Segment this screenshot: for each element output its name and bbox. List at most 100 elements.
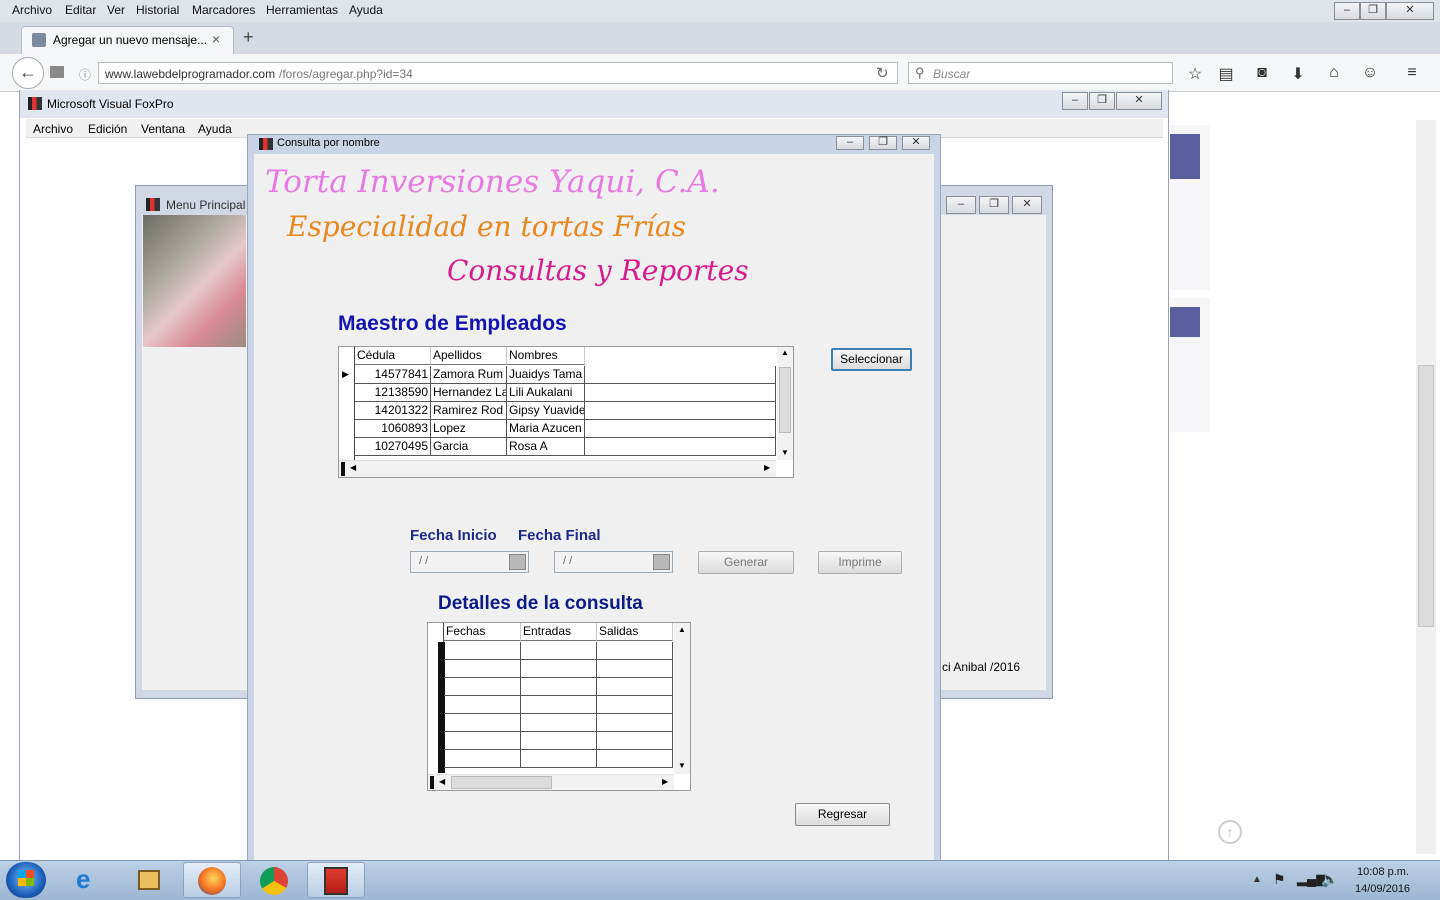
pocket-icon[interactable]: ◙	[1252, 64, 1272, 82]
search-input[interactable]: ⚲ Buscar	[908, 62, 1173, 84]
vfp-minimize-icon[interactable]: –	[1062, 92, 1088, 110]
col-cedula[interactable]: Cédula	[355, 347, 431, 365]
mp-maximize-icon[interactable]: ❐	[979, 196, 1009, 214]
details-grid[interactable]: Fechas Entradas Salidas ▲ ▼ ◀ ▶	[427, 622, 691, 791]
details-cell[interactable]	[444, 678, 521, 696]
details-cell[interactable]	[444, 750, 521, 768]
cell-apellidos[interactable]: Ramirez Rod	[431, 402, 507, 420]
employees-grid[interactable]: Cédula Apellidos Nombres ▶ 14577841 Zamo…	[338, 346, 794, 478]
details-cell[interactable]	[444, 714, 521, 732]
col-entradas[interactable]: Entradas	[521, 623, 597, 641]
vfp-menu-archivo[interactable]: Archivo	[33, 122, 73, 136]
details-cell[interactable]	[597, 732, 673, 750]
new-tab-icon[interactable]: +	[243, 27, 254, 48]
menu-historial[interactable]: Historial	[136, 3, 179, 17]
details-cell[interactable]	[597, 660, 673, 678]
hamburger-menu-icon[interactable]: ≡	[1402, 64, 1422, 82]
maximize-icon[interactable]: ❐	[1360, 2, 1386, 20]
generar-button[interactable]: Generar	[698, 551, 794, 574]
seleccionar-button[interactable]: Seleccionar	[831, 348, 912, 371]
menu-ver[interactable]: Ver	[107, 3, 125, 17]
cell-cedula[interactable]: 14577841	[355, 366, 431, 384]
details-cell[interactable]	[521, 750, 597, 768]
menu-editar[interactable]: Editar	[65, 3, 96, 17]
bookmark-star-icon[interactable]: ☆	[1185, 64, 1205, 84]
start-button[interactable]	[6, 862, 46, 898]
cq-minimize-icon[interactable]: –	[836, 136, 864, 150]
taskbar-ie[interactable]: e	[62, 862, 120, 898]
scroll-thumb[interactable]	[779, 367, 791, 433]
calendar-icon[interactable]	[653, 554, 670, 570]
details-cell[interactable]	[597, 678, 673, 696]
minimize-icon[interactable]: –	[1334, 2, 1360, 20]
mp-close-icon[interactable]: ✕	[1012, 196, 1042, 214]
calendar-icon[interactable]	[509, 554, 526, 570]
vfp-menu-ayuda[interactable]: Ayuda	[198, 122, 232, 136]
col-fechas[interactable]: Fechas	[444, 623, 521, 641]
details-cell[interactable]	[597, 642, 673, 660]
details-cell[interactable]	[521, 660, 597, 678]
cq-close-icon[interactable]: ✕	[902, 136, 930, 150]
scroll-down-icon[interactable]: ▼	[781, 448, 789, 457]
imprime-button[interactable]: Imprime	[818, 551, 902, 574]
cell-cedula[interactable]: 1060893	[355, 420, 431, 438]
cell-apellidos[interactable]: Zamora Rum	[431, 366, 507, 384]
vfp-menu-edicion[interactable]: Edición	[88, 122, 127, 136]
menu-marcadores[interactable]: Marcadores	[192, 3, 255, 17]
cell-cedula[interactable]: 12138590	[355, 384, 431, 402]
download-icon[interactable]: ⬇	[1288, 64, 1308, 84]
details-cell[interactable]	[597, 714, 673, 732]
employees-vscroll[interactable]: ▲ ▼	[777, 347, 793, 460]
details-cell[interactable]	[521, 732, 597, 750]
col-nombres[interactable]: Nombres	[507, 347, 585, 365]
col-apellidos[interactable]: Apellidos	[431, 347, 507, 365]
cell-nombres[interactable]: Juaidys Tama	[507, 366, 585, 384]
reload-icon[interactable]: ↻	[876, 64, 889, 82]
tray-expand-icon[interactable]: ▲	[1252, 874, 1262, 885]
menu-herramientas[interactable]: Herramientas	[266, 3, 338, 17]
volume-icon[interactable]: 🔈	[1321, 871, 1338, 888]
flag-icon[interactable]: ⚑	[1273, 871, 1286, 888]
reading-list-icon[interactable]: ▤	[1216, 64, 1236, 84]
scroll-right-icon[interactable]: ▶	[662, 777, 668, 786]
details-cell[interactable]	[444, 642, 521, 660]
browser-tab[interactable]: Agregar un nuevo mensaje... ×	[21, 26, 234, 55]
taskbar-chrome[interactable]	[245, 862, 303, 898]
cell-nombres[interactable]: Maria Azucen	[507, 420, 585, 438]
details-hscroll[interactable]: ◀ ▶	[428, 774, 674, 790]
scroll-top-icon[interactable]: ↑	[1218, 820, 1242, 844]
url-bar[interactable]: ⓘ www.lawebdelprogramador.com /foros/agr…	[79, 62, 898, 84]
scroll-up-icon[interactable]: ▲	[781, 348, 789, 357]
close-icon[interactable]: ✕	[1386, 2, 1434, 20]
regresar-button[interactable]: Regresar	[795, 803, 890, 826]
cell-nombres[interactable]: Gipsy Yuavide	[507, 402, 585, 420]
scroll-left-icon[interactable]: ◀	[350, 463, 356, 472]
scroll-thumb[interactable]	[451, 776, 552, 789]
vfp-menu-ventana[interactable]: Ventana	[141, 122, 185, 136]
vfp-close-icon[interactable]: ✕	[1116, 92, 1162, 110]
fecha-final-field[interactable]: / /	[554, 551, 673, 573]
details-cell[interactable]	[444, 732, 521, 750]
employees-hscroll[interactable]: ◀ ▶	[339, 460, 776, 477]
taskbar-foxpro[interactable]	[307, 862, 365, 898]
details-cell[interactable]	[521, 678, 597, 696]
details-cell[interactable]	[521, 714, 597, 732]
taskbar-media[interactable]	[120, 862, 178, 898]
fecha-inicio-field[interactable]: / /	[410, 551, 529, 573]
details-cell[interactable]	[521, 642, 597, 660]
details-cell[interactable]	[444, 696, 521, 714]
scroll-right-icon[interactable]: ▶	[764, 463, 770, 472]
chat-icon[interactable]: ☺	[1360, 64, 1380, 82]
cell-apellidos[interactable]: Hernandez La	[431, 384, 507, 402]
menu-archivo[interactable]: Archivo	[12, 3, 52, 17]
cell-cedula[interactable]: 10270495	[355, 438, 431, 456]
back-icon[interactable]: ←	[12, 57, 44, 89]
details-cell[interactable]	[521, 696, 597, 714]
cell-cedula[interactable]: 14201322	[355, 402, 431, 420]
clock-time[interactable]: 10:08 p.m.	[1357, 866, 1409, 878]
cq-maximize-icon[interactable]: ❐	[869, 136, 897, 150]
scroll-up-icon[interactable]: ▲	[678, 625, 686, 634]
details-cell[interactable]	[597, 750, 673, 768]
cell-apellidos[interactable]: Garcia	[431, 438, 507, 456]
mp-minimize-icon[interactable]: –	[946, 196, 976, 214]
